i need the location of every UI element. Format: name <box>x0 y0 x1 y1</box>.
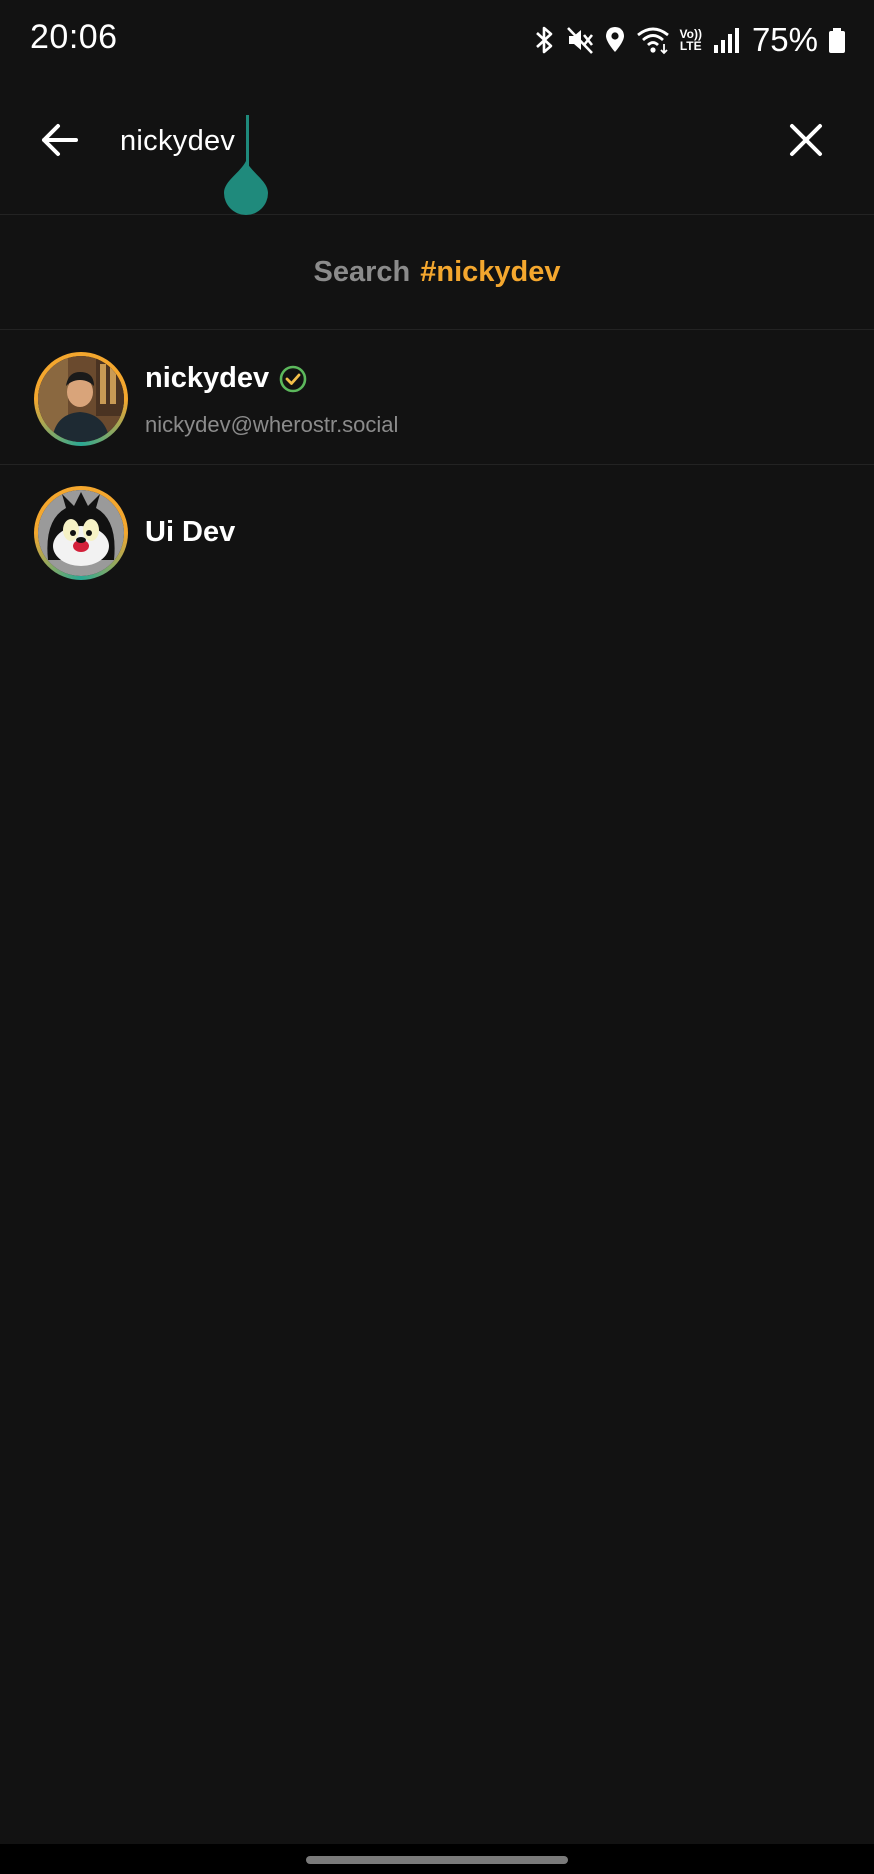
user-name: nickydev <box>145 362 270 394</box>
hashtag-search-prefix: Search <box>313 255 411 288</box>
arrow-left-icon <box>42 124 78 156</box>
bluetooth-icon <box>535 26 552 54</box>
status-icons: Vo)) LTE 75% <box>532 20 847 60</box>
hashtag-search-tag: #nickydev <box>420 255 561 288</box>
status-bar: 20:06 Vo)) LTE 75% <box>0 0 874 80</box>
avatar <box>34 352 128 446</box>
user-result-item[interactable]: Ui Dev <box>0 464 874 598</box>
avatar-photo <box>38 356 124 442</box>
user-handle: nickydev@wherostr.social <box>145 412 399 437</box>
avatar <box>34 486 128 580</box>
battery-icon <box>829 28 845 53</box>
wifi-icon <box>636 27 669 55</box>
location-icon <box>605 27 624 52</box>
clear-search-button[interactable] <box>782 116 830 164</box>
verified-check-icon <box>279 365 307 393</box>
volte-icon: Vo)) LTE <box>680 28 702 52</box>
gesture-navigation-bar <box>0 1844 874 1874</box>
hashtag-search-row[interactable]: Search #nickydev <box>0 215 874 330</box>
home-gesture-pill[interactable] <box>306 1856 568 1864</box>
user-name: Ui Dev <box>145 516 236 548</box>
cursor-handle-icon <box>224 161 268 215</box>
volte-label-bottom: LTE <box>679 39 702 53</box>
avatar-cartoon <box>38 490 124 576</box>
status-time: 20:06 <box>30 18 118 56</box>
cursor-handle[interactable] <box>222 159 270 215</box>
search-input[interactable]: nickydev <box>120 116 720 166</box>
close-icon <box>790 124 822 156</box>
mute-icon <box>566 27 593 54</box>
signal-icon <box>713 28 739 53</box>
search-header: nickydev <box>0 80 874 215</box>
back-button[interactable] <box>36 116 84 164</box>
user-result-item[interactable]: nickydev nickydev@wherostr.social <box>0 330 874 465</box>
battery-percent: 75% <box>751 21 818 58</box>
